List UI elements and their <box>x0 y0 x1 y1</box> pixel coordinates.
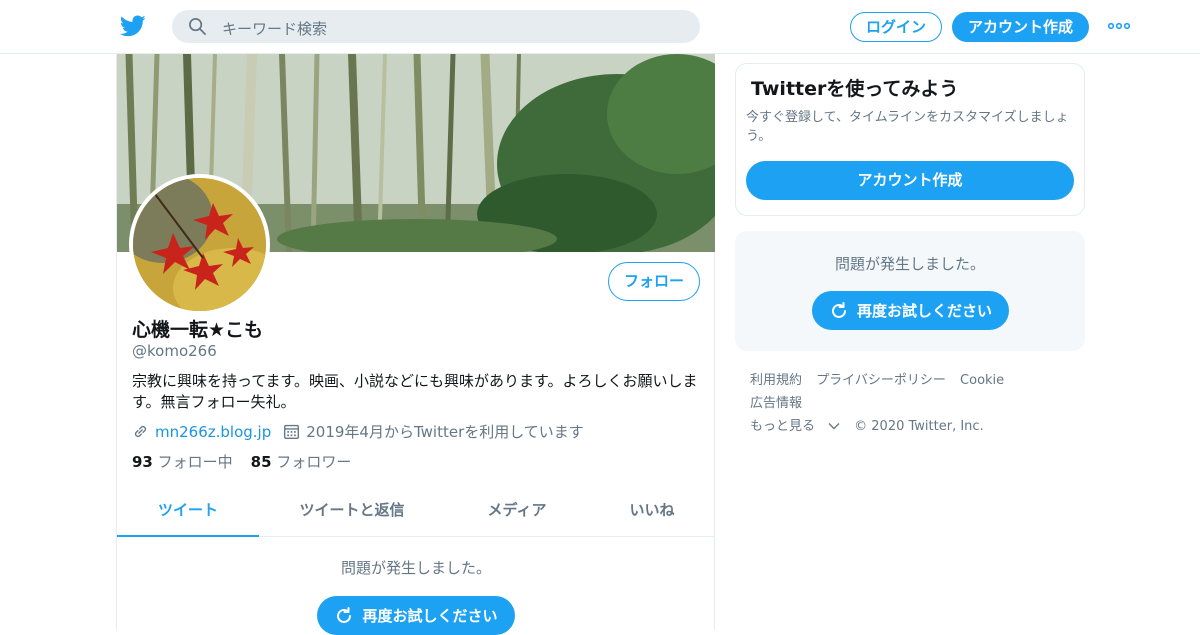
refresh-icon <box>337 606 352 623</box>
tab-tweets[interactable]: ツイート <box>117 487 259 537</box>
profile-column: フォロー 心機一転★こも @komo266 宗教に興味を持ってます。映画、小説な… <box>116 54 715 635</box>
followers-label: フォロワー <box>276 453 352 471</box>
sidebar-retry-button[interactable]: 再度お試しください <box>812 291 1009 330</box>
timeline-retry-label: 再度お試しください <box>362 607 498 625</box>
following-stat[interactable]: 93 フォロー中 <box>132 453 233 471</box>
tab-media[interactable]: メディア <box>457 487 577 537</box>
avatar-image <box>133 178 266 311</box>
profile-tabs: ツイート ツイートと返信 メディア いいね <box>117 487 715 537</box>
signup-card: Twitterを使ってみよう 今すぐ登録して、タイムラインをカスタマイズしましょ… <box>735 63 1085 216</box>
login-button[interactable]: ログイン <box>850 12 942 42</box>
display-name: 心機一転★こも <box>132 319 264 341</box>
followers-stat[interactable]: 85 フォロワー <box>251 453 352 471</box>
timeline-retry-button[interactable]: 再度お試しください <box>317 596 515 635</box>
profile-bio: 宗教に興味を持ってます。映画、小説などにも興味があります。よろしくお願いします。… <box>132 372 698 411</box>
copyright: © 2020 Twitter, Inc. <box>854 419 984 434</box>
tab-tweets-replies[interactable]: ツイートと返信 <box>267 487 437 537</box>
following-label: フォロー中 <box>157 453 233 471</box>
calendar-icon <box>284 424 300 439</box>
join-date: 2019年4月からTwitterを利用しています <box>306 423 584 441</box>
sidebar-error-message: 問題が発生しました。 <box>834 255 985 273</box>
profile-meta: mn266z.blog.jp 2019年4月からTwitterを利用しています <box>132 421 584 442</box>
signup-button[interactable]: アカウント作成 <box>952 12 1089 42</box>
search-input[interactable]: キーワード検索 <box>222 18 327 39</box>
website-link[interactable]: mn266z.blog.jp <box>155 423 271 441</box>
footer-link-ads[interactable]: 広告情報 <box>750 392 802 415</box>
footer-more-menu[interactable]: もっと見る <box>750 415 840 438</box>
search-icon <box>189 18 206 35</box>
signup-card-description: 今すぐ登録して、タイムラインをカスタマイズしましょう。 <box>746 110 1069 144</box>
footer-link-cookie[interactable]: Cookie <box>960 369 1004 392</box>
sidebar-error-card: 問題が発生しました。 再度お試しください <box>735 231 1085 351</box>
top-bar: キーワード検索 ログイン アカウント作成 <box>0 0 1200 54</box>
footer-more-label: もっと見る <box>750 419 816 434</box>
tab-likes[interactable]: いいね <box>597 487 707 537</box>
refresh-icon <box>832 301 846 318</box>
more-dots-icon[interactable] <box>1108 20 1130 32</box>
chevron-down-icon <box>828 423 840 430</box>
signup-card-title: Twitterを使ってみよう <box>751 78 959 100</box>
followers-count: 85 <box>250 453 272 471</box>
avatar[interactable] <box>129 174 270 315</box>
user-handle[interactable]: @komo266 <box>132 342 217 360</box>
following-count: 93 <box>132 453 153 471</box>
sidebar-retry-label: 再度お試しください <box>856 302 992 320</box>
footer-link-privacy[interactable]: プライバシーポリシー <box>816 369 946 392</box>
footer-link-terms[interactable]: 利用規約 <box>750 369 802 392</box>
follow-stats: 93 フォロー中 85 フォロワー <box>132 451 351 472</box>
twitter-bird-icon[interactable] <box>120 13 146 39</box>
link-icon <box>134 425 147 438</box>
signup-card-button[interactable]: アカウント作成 <box>746 161 1074 200</box>
timeline-error-message: 問題が発生しました。 <box>340 559 491 577</box>
follow-button[interactable]: フォロー <box>608 262 700 301</box>
sidebar-footer: 利用規約 プライバシーポリシー Cookie 広告情報 もっと見る © 2020… <box>750 369 1080 438</box>
search-box[interactable]: キーワード検索 <box>172 10 700 43</box>
